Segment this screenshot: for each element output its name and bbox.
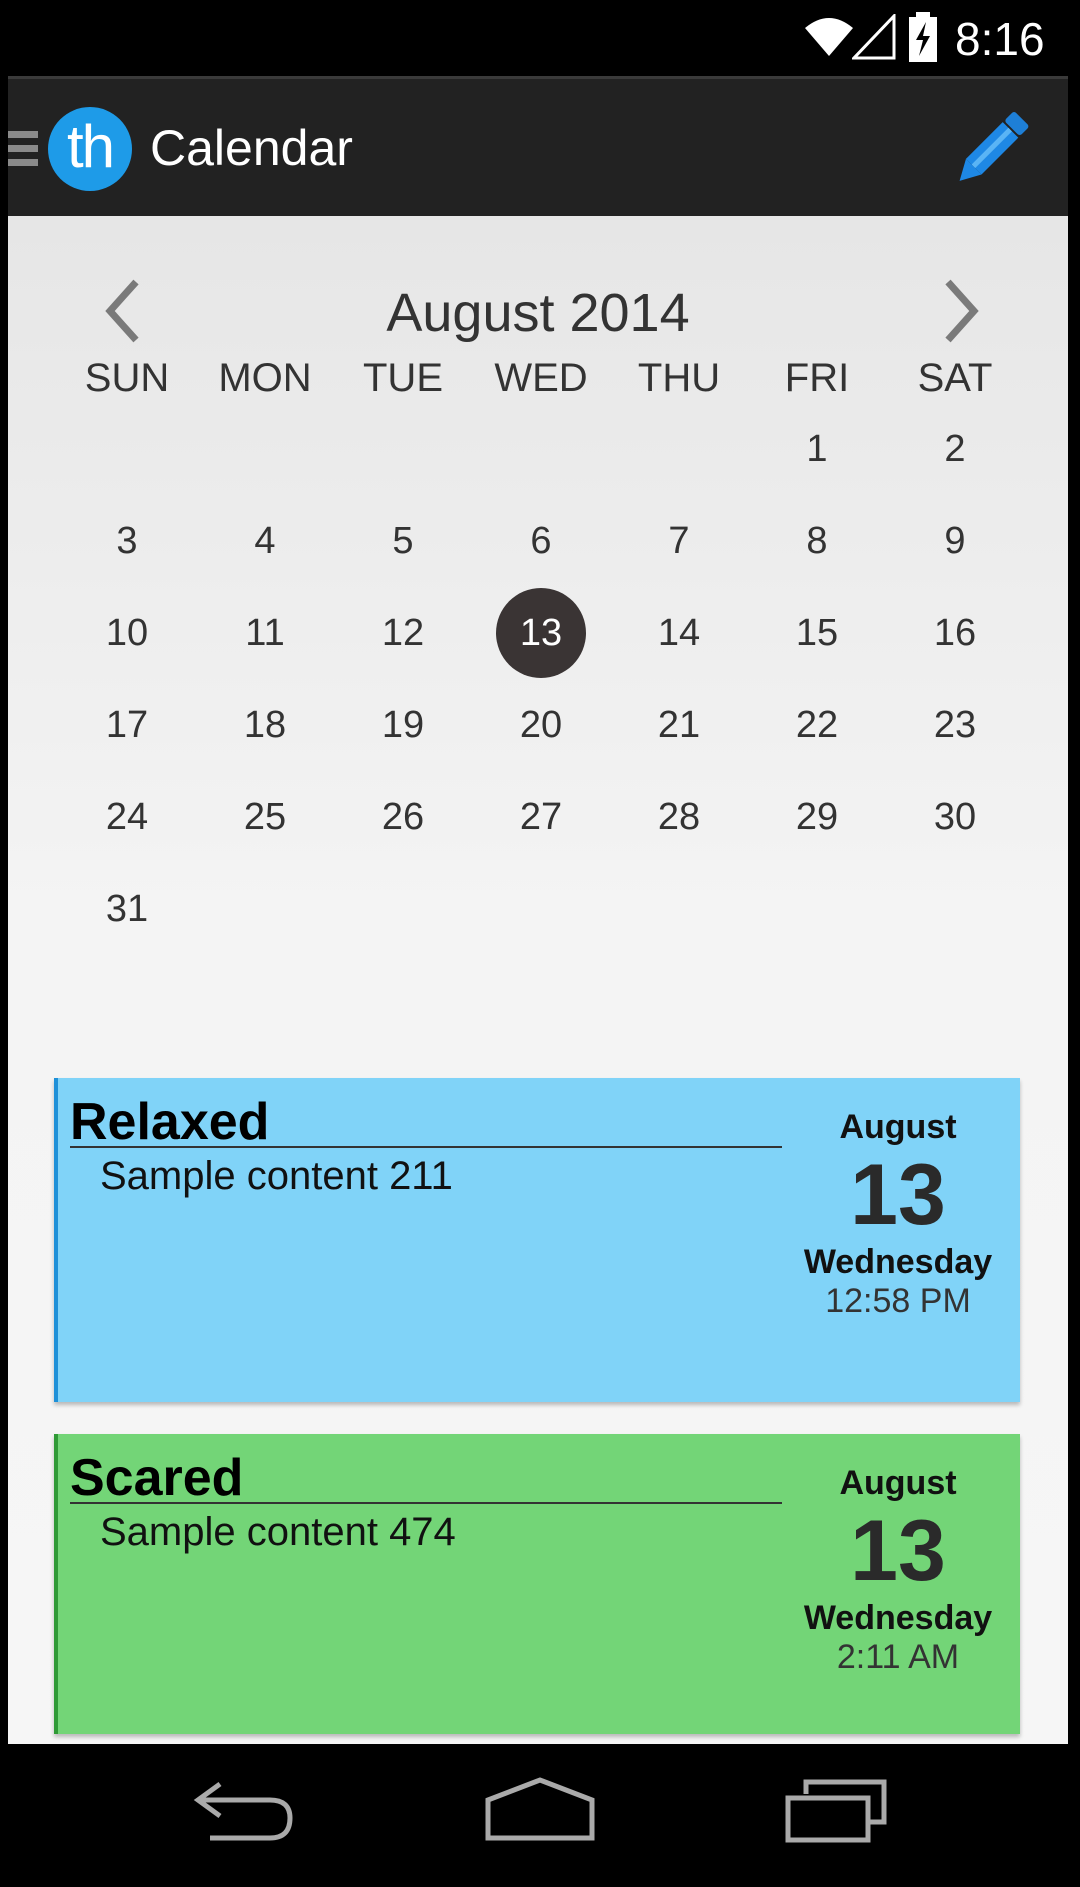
weekday-label: WED	[494, 356, 588, 400]
calendar-day[interactable]: 21	[634, 680, 724, 770]
entry-month: August	[839, 1108, 957, 1146]
entry-content: Sample content 474	[100, 1510, 456, 1554]
weekday-label: SUN	[84, 356, 170, 400]
entry-date: August 13 Wednesday 12:58 PM	[788, 1108, 1008, 1321]
calendar-day[interactable]: 24	[82, 772, 172, 862]
entry-card[interactable]: Scared Sample content 474 August 13 Wedn…	[54, 1434, 1020, 1734]
status-bar: 8:16	[0, 0, 1080, 76]
page-title: Calendar	[150, 120, 353, 176]
calendar-day[interactable]: 31	[82, 864, 172, 954]
chevron-left-icon[interactable]	[100, 276, 144, 346]
divider	[70, 1502, 782, 1504]
entry-weekday: Wednesday	[803, 1243, 993, 1281]
calendar-day[interactable]: 27	[496, 772, 586, 862]
weekday-label: TUE	[363, 356, 443, 400]
calendar-day[interactable]: 1	[772, 404, 862, 494]
calendar-day[interactable]: 11	[220, 588, 310, 678]
action-bar: th Calendar	[8, 76, 1068, 216]
home-icon[interactable]	[484, 1776, 596, 1846]
calendar-day[interactable]: 16	[910, 588, 1000, 678]
calendar-day[interactable]: 29	[772, 772, 862, 862]
divider	[70, 1146, 782, 1148]
calendar-day[interactable]: 18	[220, 680, 310, 770]
entry-day: 13	[850, 1147, 946, 1243]
calendar-content: August 2014 SUN MON TUE WED THU FRI SAT 123456…	[8, 216, 1068, 1744]
month-title: August 2014	[386, 283, 690, 343]
calendar-day[interactable]: 10	[82, 588, 172, 678]
recents-icon[interactable]	[784, 1776, 888, 1846]
calendar-day[interactable]: 4	[220, 496, 310, 586]
entry-weekday: Wednesday	[803, 1599, 993, 1637]
back-icon[interactable]	[190, 1776, 300, 1846]
weekday-label: MON	[218, 356, 312, 400]
calendar-day[interactable]: 28	[634, 772, 724, 862]
calendar-day[interactable]: 6	[496, 496, 586, 586]
app-window: th Calendar August 2014 SUN MON TUE WED THU F…	[8, 76, 1068, 1744]
calendar-day[interactable]: 26	[358, 772, 448, 862]
calendar-day[interactable]: 5	[358, 496, 448, 586]
weekday-label: THU	[637, 356, 721, 400]
calendar-day[interactable]: 2	[910, 404, 1000, 494]
calendar-day[interactable]: 25	[220, 772, 310, 862]
calendar-day[interactable]: 12	[358, 588, 448, 678]
calendar-day[interactable]: 23	[910, 680, 1000, 770]
entry-time: 2:11 AM	[836, 1638, 960, 1676]
menu-icon[interactable]	[8, 131, 38, 167]
signal-icon	[852, 14, 896, 60]
system-nav-bar	[0, 1744, 1080, 1887]
calendar-day[interactable]: 7	[634, 496, 724, 586]
chevron-right-icon[interactable]	[940, 276, 984, 346]
calendar-day[interactable]: 9	[910, 496, 1000, 586]
edit-pencil-icon[interactable]	[948, 107, 1032, 191]
entry-date: August 13 Wednesday 2:11 AM	[788, 1464, 1008, 1677]
weekday-label: FRI	[784, 356, 850, 400]
calendar-day[interactable]: 20	[496, 680, 586, 770]
entry-mood: Relaxed	[70, 1093, 270, 1151]
app-logo[interactable]: th	[48, 107, 132, 191]
calendar-day[interactable]: 8	[772, 496, 862, 586]
entry-time: 12:58 PM	[825, 1282, 971, 1320]
calendar-day[interactable]: 17	[82, 680, 172, 770]
entry-day: 13	[850, 1503, 946, 1599]
entry-month: August	[839, 1464, 957, 1502]
battery-charging-icon	[909, 12, 937, 62]
calendar-day[interactable]: 19	[358, 680, 448, 770]
calendar-day[interactable]: 22	[772, 680, 862, 770]
entry-mood: Scared	[70, 1449, 244, 1507]
wifi-icon	[805, 18, 853, 56]
calendar-day[interactable]: 14	[634, 588, 724, 678]
calendar-day-selected[interactable]: 13	[496, 588, 586, 678]
calendar-day[interactable]: 30	[910, 772, 1000, 862]
entry-content: Sample content 211	[100, 1154, 453, 1198]
clock: 8:16	[955, 13, 1045, 65]
calendar-day[interactable]: 3	[82, 496, 172, 586]
calendar-day[interactable]: 15	[772, 588, 862, 678]
entry-card[interactable]: Relaxed Sample content 211 August 13 Wed…	[54, 1078, 1020, 1402]
weekday-label: SAT	[917, 356, 993, 400]
